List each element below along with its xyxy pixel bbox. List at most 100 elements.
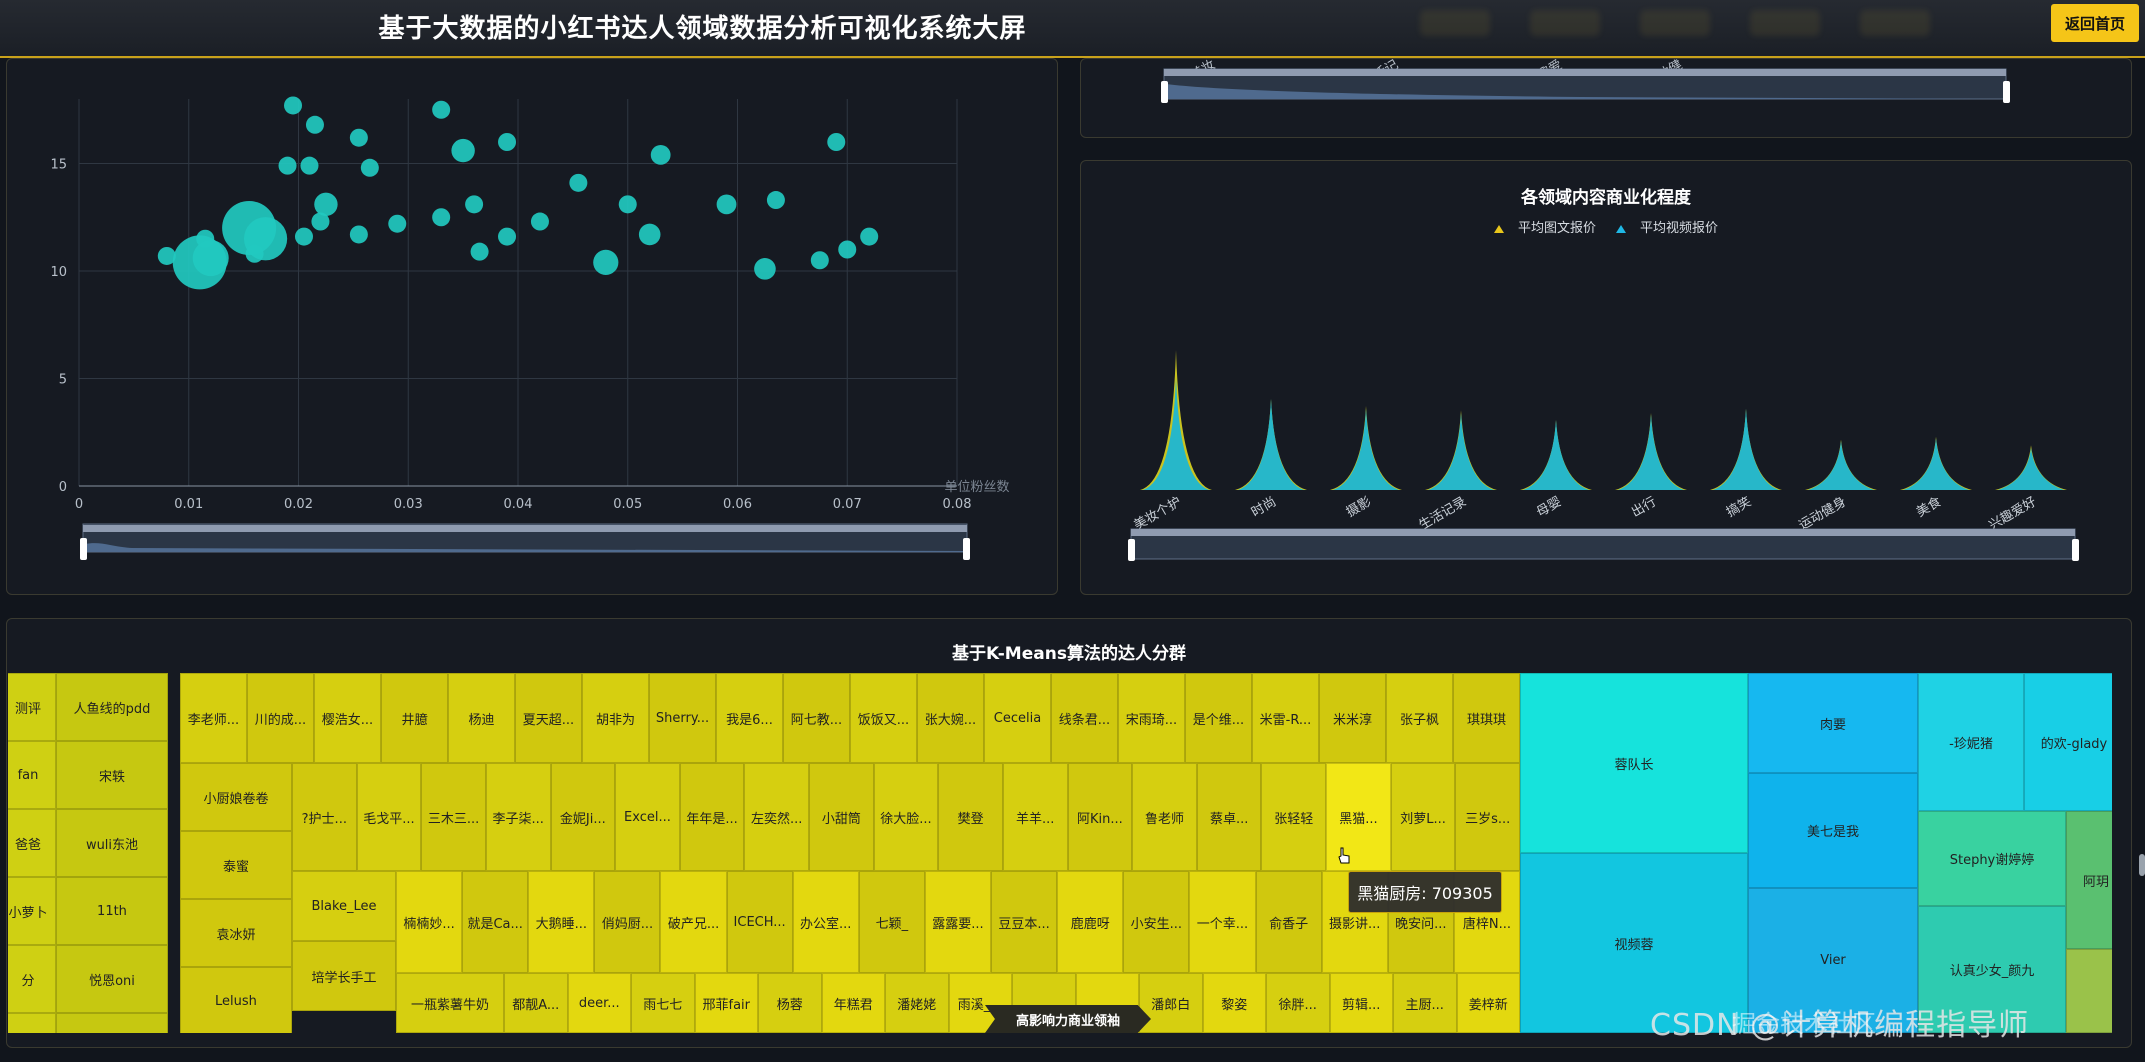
commercial-video-price-spike[interactable] (1713, 408, 1779, 490)
treemap-cell[interactable]: 宋雨琦... (1118, 673, 1185, 763)
scatter-point[interactable] (569, 173, 588, 192)
treemap-cell[interactable]: 大鹅睡... (528, 871, 595, 973)
treemap-cell[interactable]: 悦恩oni (56, 945, 168, 1013)
treemap-cell[interactable]: 年糕君 (821, 973, 885, 1033)
treemap-cell[interactable]: 羊羊... (1002, 763, 1068, 871)
treemap-cell[interactable] (2066, 949, 2112, 1033)
scatter-point[interactable] (638, 223, 661, 246)
treemap-cell[interactable]: 阿玥 (2066, 811, 2112, 949)
treemap-cell[interactable]: 樱浩女... (314, 673, 381, 763)
scatter-point[interactable] (530, 212, 549, 231)
treemap-cell[interactable]: 张大婉... (917, 673, 984, 763)
commercial-video-price-spike[interactable] (1903, 438, 1969, 490)
treemap-cell[interactable]: Sherry... (649, 673, 716, 763)
treemap-cell[interactable]: 樊登 (938, 763, 1003, 871)
treemap-cell[interactable]: 豆豆本... (991, 871, 1058, 973)
scatter-point[interactable] (650, 145, 671, 165)
treemap-cell[interactable]: 阿七教... (783, 673, 850, 763)
treemap-cell[interactable]: 小安生... (1123, 871, 1190, 973)
treemap-cell[interactable]: ?护士... (292, 763, 357, 871)
treemap-cell[interactable]: 左奕然... (744, 763, 810, 871)
treemap-cell[interactable]: ICECH... (726, 871, 793, 973)
commercial-zoom-handle-right[interactable] (2072, 539, 2079, 561)
scatter-point[interactable] (278, 156, 297, 175)
scatter-point[interactable] (432, 208, 451, 227)
treemap-cell[interactable]: 胡非为 (582, 673, 649, 763)
treemap-cell[interactable]: 米米淳 (1319, 673, 1386, 763)
treemap-cell[interactable]: Lelush (180, 967, 292, 1033)
treemap-cell[interactable]: 剪辑... (1329, 973, 1393, 1033)
scatter-point[interactable] (388, 214, 407, 233)
scatter-point[interactable] (810, 251, 829, 270)
treemap-cell[interactable]: 我是6... (716, 673, 783, 763)
commercial-video-price-spike[interactable] (1333, 408, 1399, 490)
scatter-point[interactable] (451, 138, 475, 163)
treemap-cell[interactable]: 黑猫... (1326, 763, 1391, 871)
treemap-cell[interactable]: 主厨... (1393, 973, 1457, 1033)
treemap-cell[interactable]: 张轻轻 (1261, 763, 1327, 871)
treemap-cell[interactable]: 线条君... (1051, 673, 1118, 763)
treemap-cell[interactable]: 杨蓉 (758, 973, 822, 1033)
commercial-zoom-handle-left[interactable] (1128, 539, 1135, 561)
treemap-cell[interactable]: 鲁老师 (1132, 763, 1197, 871)
treemap-cell[interactable]: 是个维... (1185, 673, 1252, 763)
scatter-point[interactable] (284, 96, 303, 115)
commercial-video-price-spike[interactable] (1618, 414, 1684, 490)
treemap-cell[interactable]: Blake_Lee (292, 871, 396, 941)
treemap-cell[interactable]: 川的成... (247, 673, 314, 763)
scatter-zoom-handle-right[interactable] (963, 538, 970, 560)
treemap-cell[interactable]: 雨七七 (631, 973, 695, 1033)
scatter-point[interactable] (465, 195, 484, 214)
scatter-point[interactable] (593, 249, 619, 275)
treemap-cell[interactable]: 金妮Ji... (550, 763, 616, 871)
treemap-cell[interactable]: 三木三... (421, 763, 486, 871)
treemap-cell[interactable]: 鹿鹿呀 (1057, 871, 1124, 973)
treemap-cell[interactable]: 徐胖... (1266, 973, 1330, 1033)
treemap-cell[interactable]: 一瓶紫薯牛奶 (396, 973, 504, 1033)
treemap-cell[interactable]: 杨迪 (448, 673, 515, 763)
scatter-point[interactable] (349, 225, 368, 244)
treemap-cell[interactable]: deer... (567, 973, 631, 1033)
top-zoom-handle-right[interactable] (2003, 81, 2010, 103)
treemap-cell[interactable]: Excel... (615, 763, 680, 871)
treemap-cell[interactable]: 徐大脸... (873, 763, 939, 871)
commercial-video-price-spike[interactable] (1523, 420, 1589, 490)
commercial-video-price-spike[interactable] (1428, 413, 1494, 490)
treemap-cell[interactable]: 办公室... (792, 871, 859, 973)
scatter-point[interactable] (618, 195, 637, 214)
treemap-cell[interactable]: 黎姿 (1202, 973, 1266, 1033)
scatter-point[interactable] (192, 240, 229, 277)
treemap-cell[interactable]: 俞香子 (1255, 871, 1322, 973)
commercial-video-price-spike[interactable] (1143, 378, 1209, 490)
top-zoom-handle-left[interactable] (1161, 81, 1168, 103)
scatter-point[interactable] (314, 192, 338, 217)
treemap-cell[interactable]: 夏天超... (515, 673, 582, 763)
scatter-zoom-handle-left[interactable] (80, 538, 87, 560)
treemap-cell[interactable]: 年年是... (679, 763, 745, 871)
scatter-point[interactable] (349, 128, 368, 147)
treemap-cell[interactable]: 露露要... (924, 871, 992, 973)
treemap-cell[interactable]: 米雷-R... (1252, 673, 1319, 763)
page-scrollbar[interactable] (2139, 854, 2145, 876)
treemap-cell[interactable]: 琪琪琪 (1453, 673, 1520, 763)
treemap-cell[interactable]: 都靓A... (504, 973, 568, 1033)
commercial-video-price-spike[interactable] (1238, 399, 1304, 490)
treemap-cell[interactable]: 的欢-glady (2024, 673, 2112, 811)
scatter-point[interactable] (827, 133, 846, 151)
treemap-cell[interactable]: 张子枫 (1386, 673, 1453, 763)
treemap-cell[interactable]: 美七是我 (1748, 773, 1918, 888)
scatter-point[interactable] (498, 227, 517, 246)
treemap-cell[interactable]: 测评 (8, 673, 56, 741)
treemap-cell[interactable]: 袁冰妍 (180, 899, 292, 967)
treemap-cell[interactable]: 宋轶 (56, 741, 168, 809)
treemap-cell[interactable]: Cecelia (984, 673, 1051, 763)
treemap-cell[interactable]: 小萝卜 (8, 877, 56, 945)
treemap-cell[interactable]: 就是Ca... (462, 871, 529, 973)
treemap-cell[interactable]: 毛戈平... (356, 763, 422, 871)
scatter-point[interactable] (243, 217, 288, 261)
treemap-cell[interactable]: fan (8, 741, 56, 809)
treemap-cell[interactable]: 七颖_ (858, 871, 925, 973)
scatter-point[interactable] (838, 240, 857, 259)
treemap-cell[interactable]: 一个幸... (1189, 871, 1256, 973)
treemap-cell[interactable]: 爸爸 (8, 809, 56, 877)
